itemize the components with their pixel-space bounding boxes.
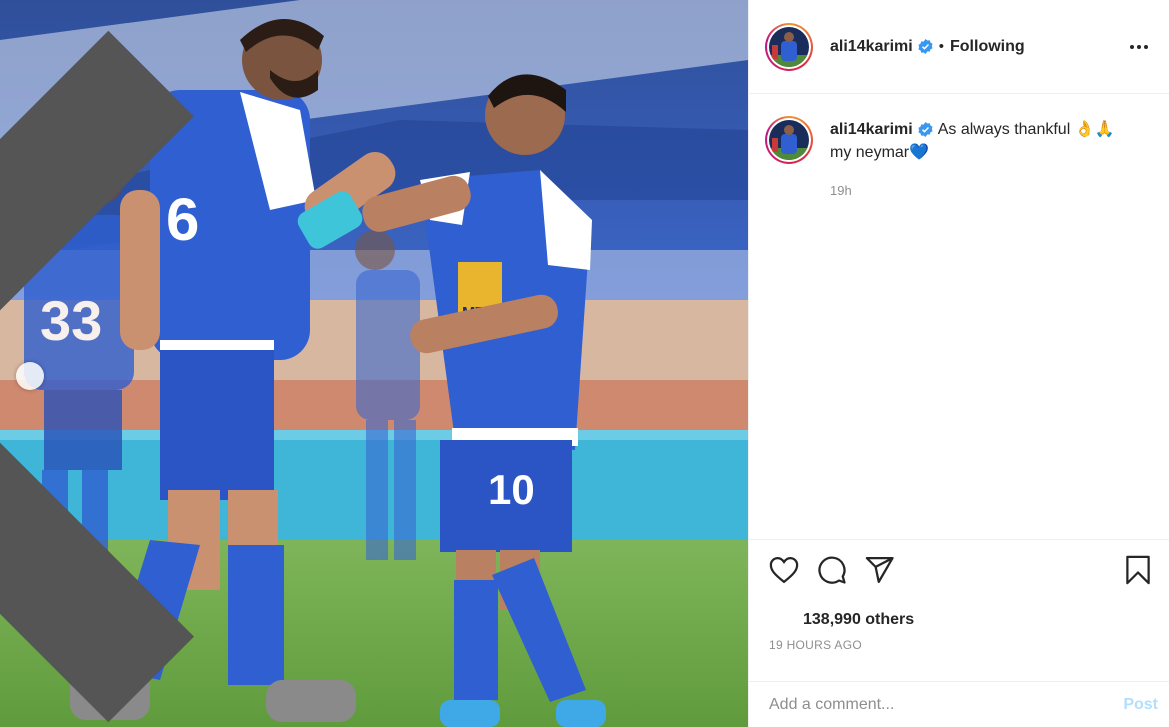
caption-time[interactable]: 19h (830, 183, 1130, 198)
comment-bubble-icon (818, 556, 846, 584)
separator-dot: • (938, 38, 944, 55)
caption-line-1: As always thankful 👌🙏 (937, 121, 1115, 138)
post-photo[interactable]: 33 6 10 (0, 0, 748, 727)
caption-username[interactable]: ali14karimi (830, 121, 913, 138)
more-options-icon (1130, 44, 1148, 49)
likes-count[interactable]: 138,990 others (749, 600, 1169, 640)
post-side-panel: ali14karimi • Following ali14karimi As a… (748, 0, 1169, 727)
verified-badge-icon (918, 122, 933, 138)
avatar[interactable] (765, 22, 813, 71)
previous-photo-button[interactable] (0, 30, 195, 722)
caption-comment: ali14karimi As always thankful 👌🙏 my neym… (749, 94, 1169, 540)
verified-badge-icon (918, 39, 933, 54)
post-header: ali14karimi • Following (749, 0, 1169, 94)
chevron-left-icon (0, 13, 404, 727)
caption-text: ali14karimi As always thankful 👌🙏 my neym… (830, 118, 1130, 164)
bookmark-icon (1126, 555, 1150, 585)
save-button[interactable] (1125, 555, 1151, 585)
caption-line-2: my neymar💙 (830, 144, 930, 161)
comment-composer: Post (749, 681, 1169, 727)
add-comment-input[interactable] (769, 695, 1124, 714)
comment-button[interactable] (817, 555, 847, 585)
header-username[interactable]: ali14karimi (830, 38, 913, 56)
caption-avatar[interactable] (765, 116, 813, 164)
action-bar (749, 540, 1169, 600)
svg-text:10: 10 (488, 466, 535, 513)
post-comment-button[interactable]: Post (1123, 696, 1158, 714)
more-options-button[interactable] (1125, 40, 1153, 54)
following-button[interactable]: Following (950, 38, 1025, 56)
heart-icon (769, 556, 799, 584)
share-paper-plane-icon (865, 557, 894, 583)
share-button[interactable] (865, 556, 895, 584)
like-button[interactable] (769, 556, 799, 584)
post-timestamp[interactable]: 19 HOURS AGO (749, 638, 1169, 652)
